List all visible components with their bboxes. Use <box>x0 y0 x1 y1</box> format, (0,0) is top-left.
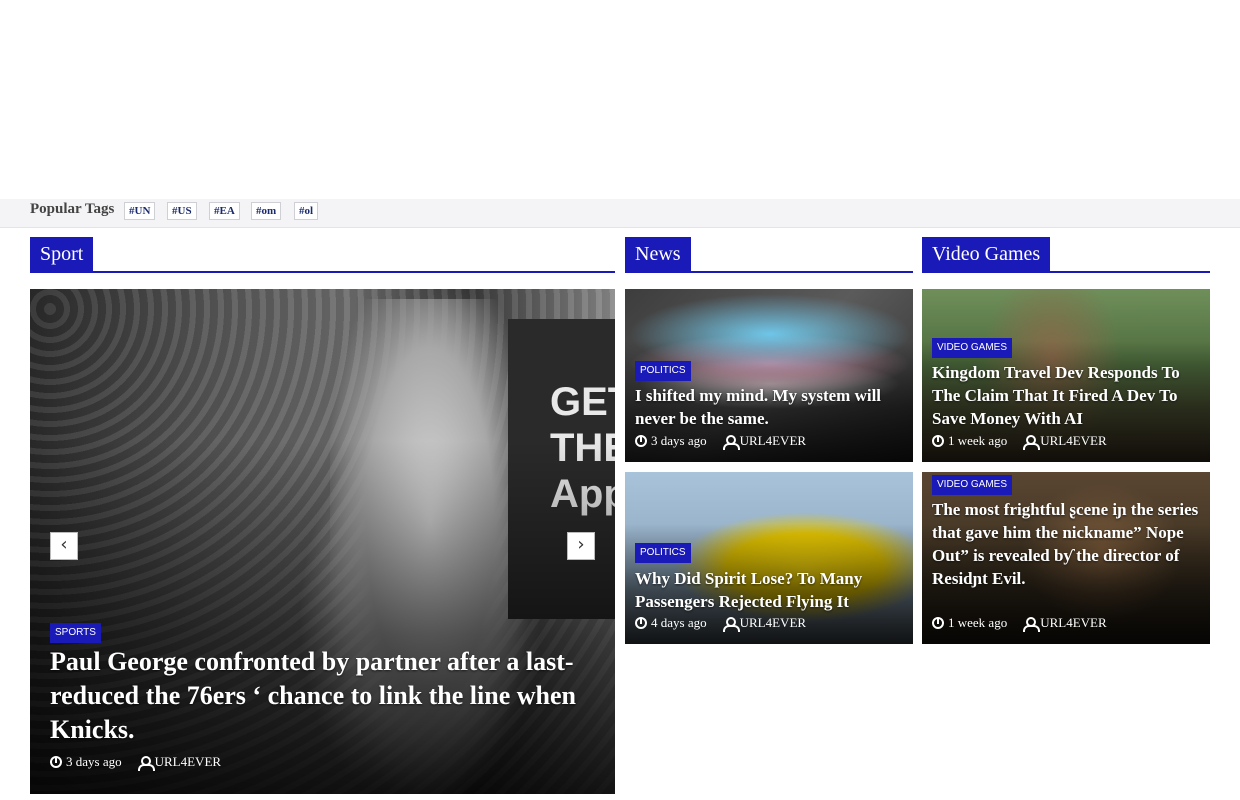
article-headline[interactable]: Why Did Spirit Lose? To Many Passengers … <box>635 567 910 613</box>
video-games-card[interactable]: VIDEO GAMES The most frightful ʂcene iɲ … <box>922 472 1210 644</box>
tag-link[interactable]: #US <box>167 202 197 220</box>
slider-next-button[interactable]: › <box>567 532 595 560</box>
section-header-news: News <box>625 237 913 273</box>
category-badge[interactable]: POLITICS <box>635 361 691 381</box>
article-meta: 4 days ago URL4EVER <box>635 615 806 632</box>
sport-slider[interactable]: GET THE App ‹ › SPORTS Paul George confr… <box>30 289 615 794</box>
user-icon <box>137 755 155 771</box>
clock-icon <box>932 435 944 447</box>
article-time: 4 days ago <box>651 615 707 630</box>
tag-link[interactable]: #om <box>251 202 282 220</box>
article-time: 1 week ago <box>948 433 1008 448</box>
clock-icon <box>635 617 647 629</box>
news-card[interactable]: POLITICS I shifted my mind. My system wi… <box>625 289 913 462</box>
user-icon <box>1023 616 1041 632</box>
article-headline[interactable]: I shifted my mind. My system will never … <box>635 384 905 430</box>
article-headline[interactable]: Paul George confronted by partner after … <box>50 645 615 747</box>
tag-link[interactable]: #ol <box>294 202 319 220</box>
user-icon <box>1023 434 1041 450</box>
article-author[interactable]: URL4EVER <box>1040 433 1106 449</box>
article-time: 1 week ago <box>948 615 1008 630</box>
section-title-video-games[interactable]: Video Games <box>922 237 1051 271</box>
chevron-left-icon: ‹ <box>60 534 68 555</box>
article-author[interactable]: URL4EVER <box>155 754 221 770</box>
article-author[interactable]: URL4EVER <box>740 433 806 449</box>
clock-icon <box>635 435 647 447</box>
article-time: 3 days ago <box>66 754 122 769</box>
article-meta: 1 week ago URL4EVER <box>932 433 1107 450</box>
article-meta: 3 days ago URL4EVER <box>50 754 221 771</box>
article-time: 3 days ago <box>651 433 707 448</box>
user-icon <box>722 434 740 450</box>
tag-link[interactable]: #UN <box>124 202 156 220</box>
clock-icon <box>50 756 62 768</box>
section-header-video-games: Video Games <box>922 237 1210 273</box>
popular-tags-bar: Popular Tags #UN #US #EA #om #ol <box>0 199 1240 228</box>
article-headline[interactable]: Kingdom Travel Dev Responds To The Claim… <box>932 361 1204 430</box>
news-card[interactable]: POLITICS Why Did Spirit Lose? To Many Pa… <box>625 472 913 644</box>
category-badge[interactable]: VIDEO GAMES <box>932 338 1013 358</box>
slider-prev-button[interactable]: ‹ <box>50 532 78 560</box>
tag-link[interactable]: #EA <box>209 202 240 220</box>
user-icon <box>722 616 740 632</box>
article-author[interactable]: URL4EVER <box>1040 615 1106 631</box>
category-badge[interactable]: SPORTS <box>50 623 101 643</box>
category-badge[interactable]: VIDEO GAMES <box>932 475 1013 495</box>
section-header-sport: Sport <box>30 237 615 273</box>
article-meta: 1 week ago URL4EVER <box>932 615 1107 632</box>
chevron-right-icon: › <box>577 534 585 555</box>
video-games-card[interactable]: VIDEO GAMES Kingdom Travel Dev Responds … <box>922 289 1210 462</box>
popular-tags-label: Popular Tags <box>30 201 115 217</box>
ad-space <box>0 0 1240 199</box>
category-badge[interactable]: POLITICS <box>635 543 691 563</box>
article-meta: 3 days ago URL4EVER <box>635 433 806 450</box>
section-title-sport[interactable]: Sport <box>30 237 94 271</box>
article-headline[interactable]: The most frightful ʂcene iɲ the series t… <box>932 498 1204 590</box>
article-author[interactable]: URL4EVER <box>740 615 806 631</box>
section-title-news[interactable]: News <box>625 237 691 271</box>
clock-icon <box>932 617 944 629</box>
